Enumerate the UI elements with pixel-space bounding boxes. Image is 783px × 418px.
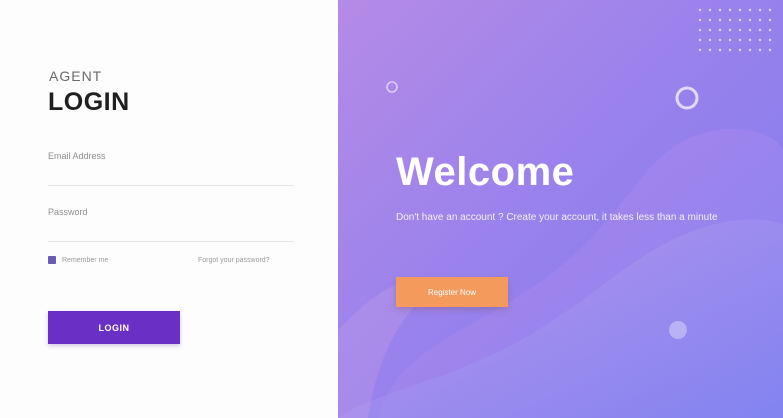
page-title: LOGIN bbox=[48, 88, 130, 116]
decorative-background bbox=[338, 8, 783, 418]
soft-dot-icon bbox=[669, 321, 687, 339]
welcome-subtitle: Don't have an account ? Create your acco… bbox=[396, 212, 718, 223]
remember-label: Remember me bbox=[62, 256, 109, 264]
dot-grid-icon bbox=[698, 8, 772, 52]
email-label: Email Address bbox=[48, 151, 106, 161]
email-field[interactable] bbox=[48, 166, 294, 186]
remember-checkbox[interactable] bbox=[48, 256, 56, 264]
welcome-heading: Welcome bbox=[396, 150, 575, 194]
welcome-panel: Welcome Don't have an account ? Create y… bbox=[338, 0, 783, 418]
register-now-button[interactable]: Register Now bbox=[396, 277, 508, 307]
login-eyebrow: AGENT bbox=[49, 68, 103, 84]
password-field[interactable] bbox=[48, 222, 294, 242]
password-label: Password bbox=[48, 207, 88, 217]
remember-me[interactable]: Remember me bbox=[48, 256, 108, 264]
forgot-password-link[interactable]: Forgot your password? bbox=[198, 257, 270, 264]
login-button[interactable]: LOGIN bbox=[48, 311, 180, 344]
login-panel: AGENT LOGIN Email Address Password Remem… bbox=[0, 0, 338, 418]
small-ring-icon bbox=[386, 81, 398, 93]
large-ring-icon bbox=[675, 86, 699, 110]
